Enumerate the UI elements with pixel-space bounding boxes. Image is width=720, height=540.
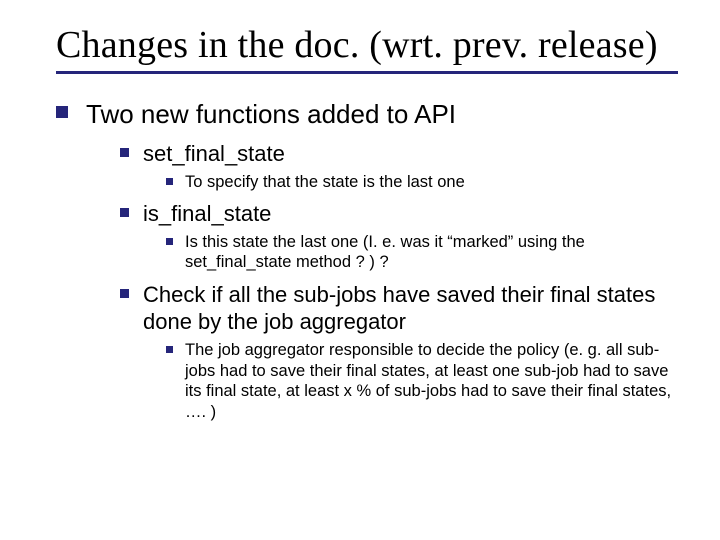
bullet-level3: The job aggregator responsible to decide…	[166, 340, 678, 423]
square-bullet-icon	[166, 178, 173, 185]
bullet-text: Check if all the sub-jobs have saved the…	[143, 281, 678, 336]
bullet-level2: set_final_state	[120, 140, 678, 168]
level3-group: Is this state the last one (I. e. was it…	[166, 232, 678, 273]
square-bullet-icon	[166, 346, 173, 353]
bullet-level3: To specify that the state is the last on…	[166, 172, 678, 193]
slide-title: Changes in the doc. (wrt. prev. release)	[56, 24, 678, 67]
slide-body: Two new functions added to API set_final…	[56, 98, 678, 423]
bullet-text: Two new functions added to API	[86, 98, 456, 131]
level3-group: The job aggregator responsible to decide…	[166, 340, 678, 423]
square-bullet-icon	[120, 208, 129, 217]
bullet-level3: Is this state the last one (I. e. was it…	[166, 232, 678, 273]
bullet-text: The job aggregator responsible to decide…	[185, 340, 675, 423]
slide: Changes in the doc. (wrt. prev. release)…	[0, 0, 720, 540]
square-bullet-icon	[56, 106, 68, 118]
square-bullet-icon	[166, 238, 173, 245]
level2-group: set_final_state To specify that the stat…	[120, 140, 678, 422]
level3-group: To specify that the state is the last on…	[166, 172, 678, 193]
bullet-text: To specify that the state is the last on…	[185, 172, 465, 193]
square-bullet-icon	[120, 289, 129, 298]
bullet-level1: Two new functions added to API	[56, 98, 678, 131]
title-underline	[56, 71, 678, 74]
square-bullet-icon	[120, 148, 129, 157]
bullet-text: set_final_state	[143, 140, 285, 168]
bullet-text: is_final_state	[143, 200, 271, 228]
bullet-level2: Check if all the sub-jobs have saved the…	[120, 281, 678, 336]
bullet-level2: is_final_state	[120, 200, 678, 228]
bullet-text: Is this state the last one (I. e. was it…	[185, 232, 675, 273]
